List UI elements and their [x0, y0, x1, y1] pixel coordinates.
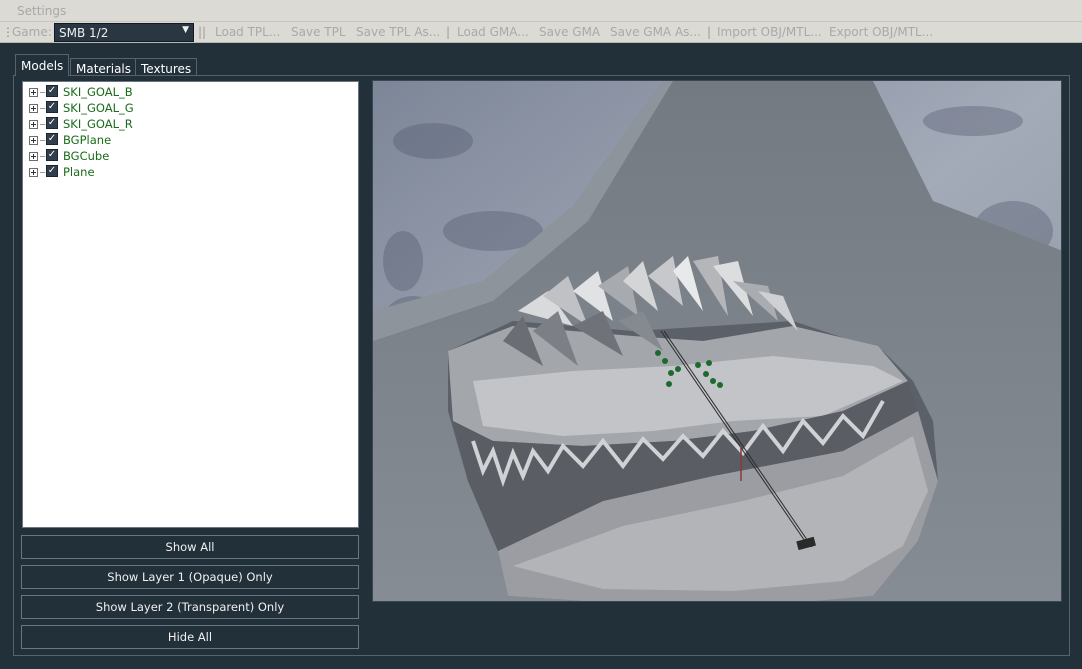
hide-all-button[interactable]: Hide All	[21, 625, 359, 649]
tree-row[interactable]: ✓ SKI_GOAL_B	[23, 84, 358, 100]
menubar: Settings	[0, 0, 1082, 22]
import-obj-button[interactable]: Import OBJ/MTL...	[717, 25, 822, 39]
expand-icon[interactable]	[29, 88, 38, 97]
menu-settings[interactable]: Settings	[17, 4, 66, 18]
status-bar	[0, 657, 1082, 669]
tree-row[interactable]: ✓ SKI_GOAL_R	[23, 116, 358, 132]
show-all-button[interactable]: Show All	[21, 535, 359, 559]
game-label: Game:	[12, 25, 52, 39]
tab-models[interactable]: Models	[15, 54, 70, 76]
show-layer2-button[interactable]: Show Layer 2 (Transparent) Only	[21, 595, 359, 619]
model-name: SKI_GOAL_R	[63, 117, 133, 131]
expand-icon[interactable]	[29, 152, 38, 161]
tab-materials[interactable]: Materials	[70, 58, 138, 76]
visibility-checkbox[interactable]: ✓	[46, 149, 58, 161]
3d-scene	[373, 81, 1061, 601]
model-tree[interactable]: ✓ SKI_GOAL_B ✓ SKI_GOAL_G ✓ SKI_GOAL_R ✓…	[22, 81, 359, 528]
visibility-checkbox[interactable]: ✓	[46, 117, 58, 129]
load-gma-button[interactable]: Load GMA...	[457, 25, 529, 39]
toolbar-separator: |	[707, 25, 712, 39]
export-obj-button[interactable]: Export OBJ/MTL...	[829, 25, 933, 39]
tree-row[interactable]: ✓ SKI_GOAL_G	[23, 100, 358, 116]
save-gma-as-button[interactable]: Save GMA As...	[610, 25, 701, 39]
save-gma-button[interactable]: Save GMA	[539, 25, 600, 39]
model-name: BGPlane	[63, 133, 112, 147]
visibility-checkbox[interactable]: ✓	[46, 85, 58, 97]
tree-row[interactable]: ✓ Plane	[23, 164, 358, 180]
chevron-down-icon: ▼	[182, 25, 189, 35]
expand-icon[interactable]	[29, 168, 38, 177]
save-tpl-button[interactable]: Save TPL	[291, 25, 346, 39]
toolbar-separator: ||	[198, 25, 207, 39]
game-select[interactable]: SMB 1/2 ▼	[54, 23, 194, 42]
visibility-checkbox[interactable]: ✓	[46, 101, 58, 113]
tab-textures[interactable]: Textures	[135, 58, 198, 76]
tree-row[interactable]: ✓ BGCube	[23, 148, 358, 164]
model-name: SKI_GOAL_B	[63, 85, 133, 99]
game-select-value: SMB 1/2	[59, 26, 109, 40]
model-name: SKI_GOAL_G	[63, 101, 134, 115]
load-tpl-button[interactable]: Load TPL...	[215, 25, 280, 39]
visibility-checkbox[interactable]: ✓	[46, 133, 58, 145]
3d-viewport[interactable]	[372, 80, 1062, 602]
expand-icon[interactable]	[29, 136, 38, 145]
toolbar-separator: |	[446, 25, 451, 39]
show-layer1-button[interactable]: Show Layer 1 (Opaque) Only	[21, 565, 359, 589]
toolbar: ⋮ Game: SMB 1/2 ▼ || Load TPL... Save TP…	[0, 22, 1082, 43]
visibility-checkbox[interactable]: ✓	[46, 165, 58, 177]
expand-icon[interactable]	[29, 104, 38, 113]
model-name: BGCube	[63, 149, 110, 163]
model-name: Plane	[63, 165, 95, 179]
expand-icon[interactable]	[29, 120, 38, 129]
save-tpl-as-button[interactable]: Save TPL As...	[356, 25, 440, 39]
tree-row[interactable]: ✓ BGPlane	[23, 132, 358, 148]
